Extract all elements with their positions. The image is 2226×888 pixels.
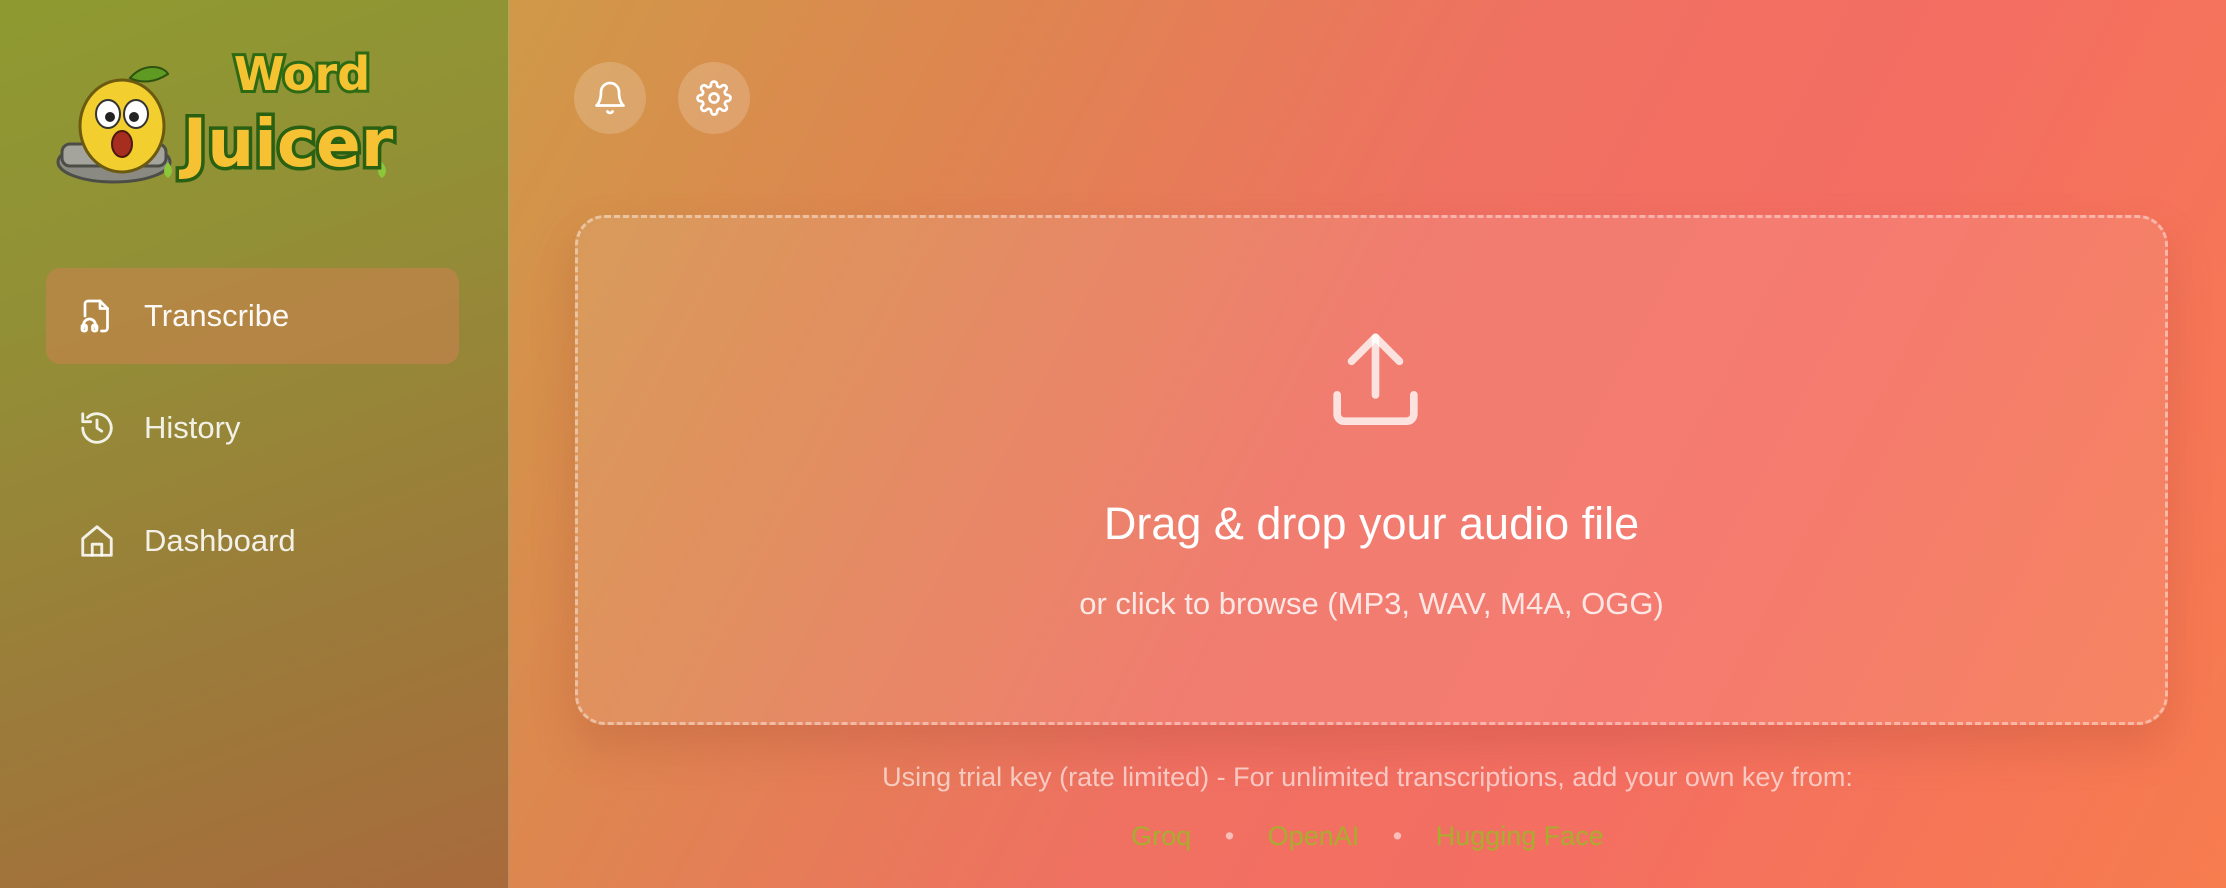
sidebar-item-label: Transcribe bbox=[144, 298, 290, 333]
settings-button[interactable] bbox=[678, 62, 750, 134]
hugging-face-link[interactable]: Hugging Face bbox=[1436, 821, 1604, 851]
sidebar-item-history[interactable]: History bbox=[46, 380, 459, 476]
sidebar-item-label: History bbox=[144, 410, 241, 445]
separator-dot: • bbox=[1392, 821, 1403, 851]
home-icon bbox=[78, 522, 116, 560]
app-window: Word Juicer Transcribe History Dashboard… bbox=[0, 0, 2226, 888]
groq-link[interactable]: Groq bbox=[1131, 821, 1191, 851]
trial-key-note: Using trial key (rate limited) - For unl… bbox=[882, 762, 1853, 792]
svg-text:Juicer: Juicer bbox=[179, 105, 394, 182]
notifications-button[interactable] bbox=[574, 62, 646, 134]
word-juicer-logo: Word Juicer bbox=[56, 44, 397, 186]
svg-text:Word: Word bbox=[234, 47, 370, 101]
upload-icon bbox=[1333, 333, 1418, 426]
bell-icon bbox=[595, 81, 625, 115]
openai-link[interactable]: OpenAI bbox=[1268, 821, 1360, 851]
provider-links: Groq • OpenAI • Hugging Face bbox=[509, 821, 2226, 852]
sidebar: Word Juicer Transcribe History Dashboard bbox=[0, 0, 509, 888]
history-icon bbox=[78, 409, 116, 447]
file-audio-icon bbox=[78, 297, 116, 335]
gear-icon bbox=[696, 80, 732, 116]
audio-dropzone[interactable]: Drag & drop your audio file or click to … bbox=[575, 215, 2168, 725]
dropzone-subtitle: or click to browse (MP3, WAV, M4A, OGG) bbox=[1079, 586, 1664, 621]
sidebar-item-label: Dashboard bbox=[144, 523, 296, 558]
sidebar-item-transcribe[interactable]: Transcribe bbox=[46, 268, 459, 364]
dropzone-title: Drag & drop your audio file bbox=[1103, 498, 1640, 549]
sidebar-item-dashboard[interactable]: Dashboard bbox=[46, 493, 459, 589]
separator-dot: • bbox=[1224, 821, 1235, 851]
